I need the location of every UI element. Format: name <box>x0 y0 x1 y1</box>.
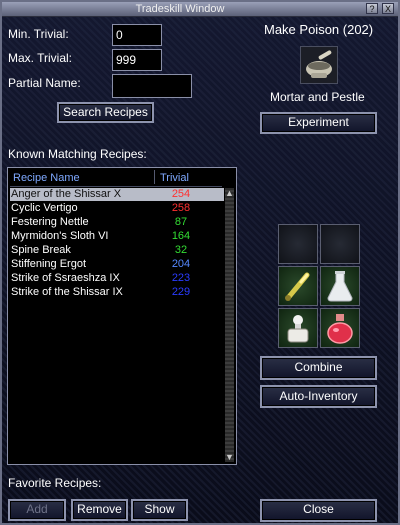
column-divider <box>154 170 155 184</box>
container-name: Mortar and Pestle <box>270 90 365 104</box>
favorite-recipes-label: Favorite Recipes: <box>8 476 102 490</box>
recipe-trivial: 254 <box>171 188 191 200</box>
recipe-trivial: 258 <box>171 202 191 214</box>
recipe-row[interactable]: Strike of Ssraeshza IX 223 <box>10 272 224 285</box>
recipe-trivial: 223 <box>171 272 191 284</box>
combine-button[interactable]: Combine <box>260 356 377 380</box>
partial-name-input[interactable] <box>112 74 192 98</box>
recipe-row[interactable]: Cyclic Vertigo 258 <box>10 202 224 215</box>
recipe-row[interactable]: Strike of the Shissar IX 229 <box>10 286 224 299</box>
recipe-row[interactable]: Myrmidon's Sloth VI 164 <box>10 230 224 243</box>
partial-name-label: Partial Name: <box>8 76 81 90</box>
combine-slot-2[interactable] <box>320 224 360 264</box>
min-trivial-input[interactable]: 0 <box>112 24 162 46</box>
max-trivial-input[interactable]: 999 <box>112 49 162 71</box>
recipe-name: Spine Break <box>11 244 71 256</box>
window-title: Tradeskill Window <box>135 3 225 15</box>
recipe-trivial: 229 <box>171 286 191 298</box>
recipe-name: Myrmidon's Sloth VI <box>11 230 109 242</box>
title-bar[interactable]: Tradeskill Window ? X <box>2 2 398 17</box>
experiment-button[interactable]: Experiment <box>260 112 377 134</box>
glowing-vial-icon <box>285 272 310 301</box>
known-recipes-label: Known Matching Recipes: <box>8 147 147 161</box>
tradeskill-window: Tradeskill Window ? X Min. Trivial: 0 Ma… <box>0 0 400 525</box>
combine-slot-1[interactable] <box>278 224 318 264</box>
column-header-trivial[interactable]: Trivial <box>160 172 189 184</box>
header-divider <box>10 186 222 187</box>
scroll-up-arrow-icon[interactable]: ▲ <box>224 188 235 198</box>
max-trivial-label: Max. Trivial: <box>8 51 73 65</box>
recipe-trivial: 204 <box>171 258 191 270</box>
red-flask-icon <box>327 314 353 344</box>
close-window-button[interactable]: X <box>382 3 394 14</box>
recipe-row[interactable]: Spine Break 32 <box>10 244 224 257</box>
help-button[interactable]: ? <box>366 3 378 14</box>
recipe-row[interactable]: Stiffening Ergot 204 <box>10 258 224 271</box>
recipe-name: Anger of the Shissar X <box>11 188 122 200</box>
recipe-name: Festering Nettle <box>11 216 89 228</box>
show-favorites-button[interactable]: Show <box>131 499 188 521</box>
combine-slot-6[interactable] <box>320 308 360 348</box>
recipe-row[interactable]: Anger of the Shissar X 254 <box>10 188 224 201</box>
recipe-trivial: 32 <box>174 244 188 256</box>
scroll-down-arrow-icon[interactable]: ▼ <box>224 452 235 462</box>
recipe-name: Strike of the Shissar IX <box>11 286 123 298</box>
auto-inventory-button[interactable]: Auto-Inventory <box>260 385 377 408</box>
recipe-trivial: 87 <box>174 216 188 228</box>
combine-slot-5[interactable] <box>278 308 318 348</box>
flask-icon <box>327 271 353 302</box>
close-button[interactable]: Close <box>260 499 377 522</box>
perfume-bottle-icon <box>287 315 309 343</box>
recipe-name: Strike of Ssraeshza IX <box>11 272 120 284</box>
search-recipes-button[interactable]: Search Recipes <box>57 102 154 123</box>
recipe-trivial: 164 <box>171 230 191 242</box>
recipe-row[interactable]: Festering Nettle 87 <box>10 216 224 229</box>
recipe-list-scrollbar[interactable]: ▲ ▼ <box>225 188 234 462</box>
combine-slot-4[interactable] <box>320 266 360 306</box>
recipe-name: Cyclic Vertigo <box>11 202 78 214</box>
add-favorite-button[interactable]: Add <box>8 499 66 521</box>
column-header-recipe-name[interactable]: Recipe Name <box>13 172 80 184</box>
combine-slot-3[interactable] <box>278 266 318 306</box>
remove-favorite-button[interactable]: Remove <box>71 499 128 521</box>
min-trivial-label: Min. Trivial: <box>8 27 69 41</box>
mortar-and-pestle-icon <box>300 46 338 84</box>
container-title: Make Poison (202) <box>264 22 374 37</box>
recipe-list[interactable]: Recipe Name Trivial Anger of the Shissar… <box>7 167 237 465</box>
recipe-name: Stiffening Ergot <box>11 258 87 270</box>
